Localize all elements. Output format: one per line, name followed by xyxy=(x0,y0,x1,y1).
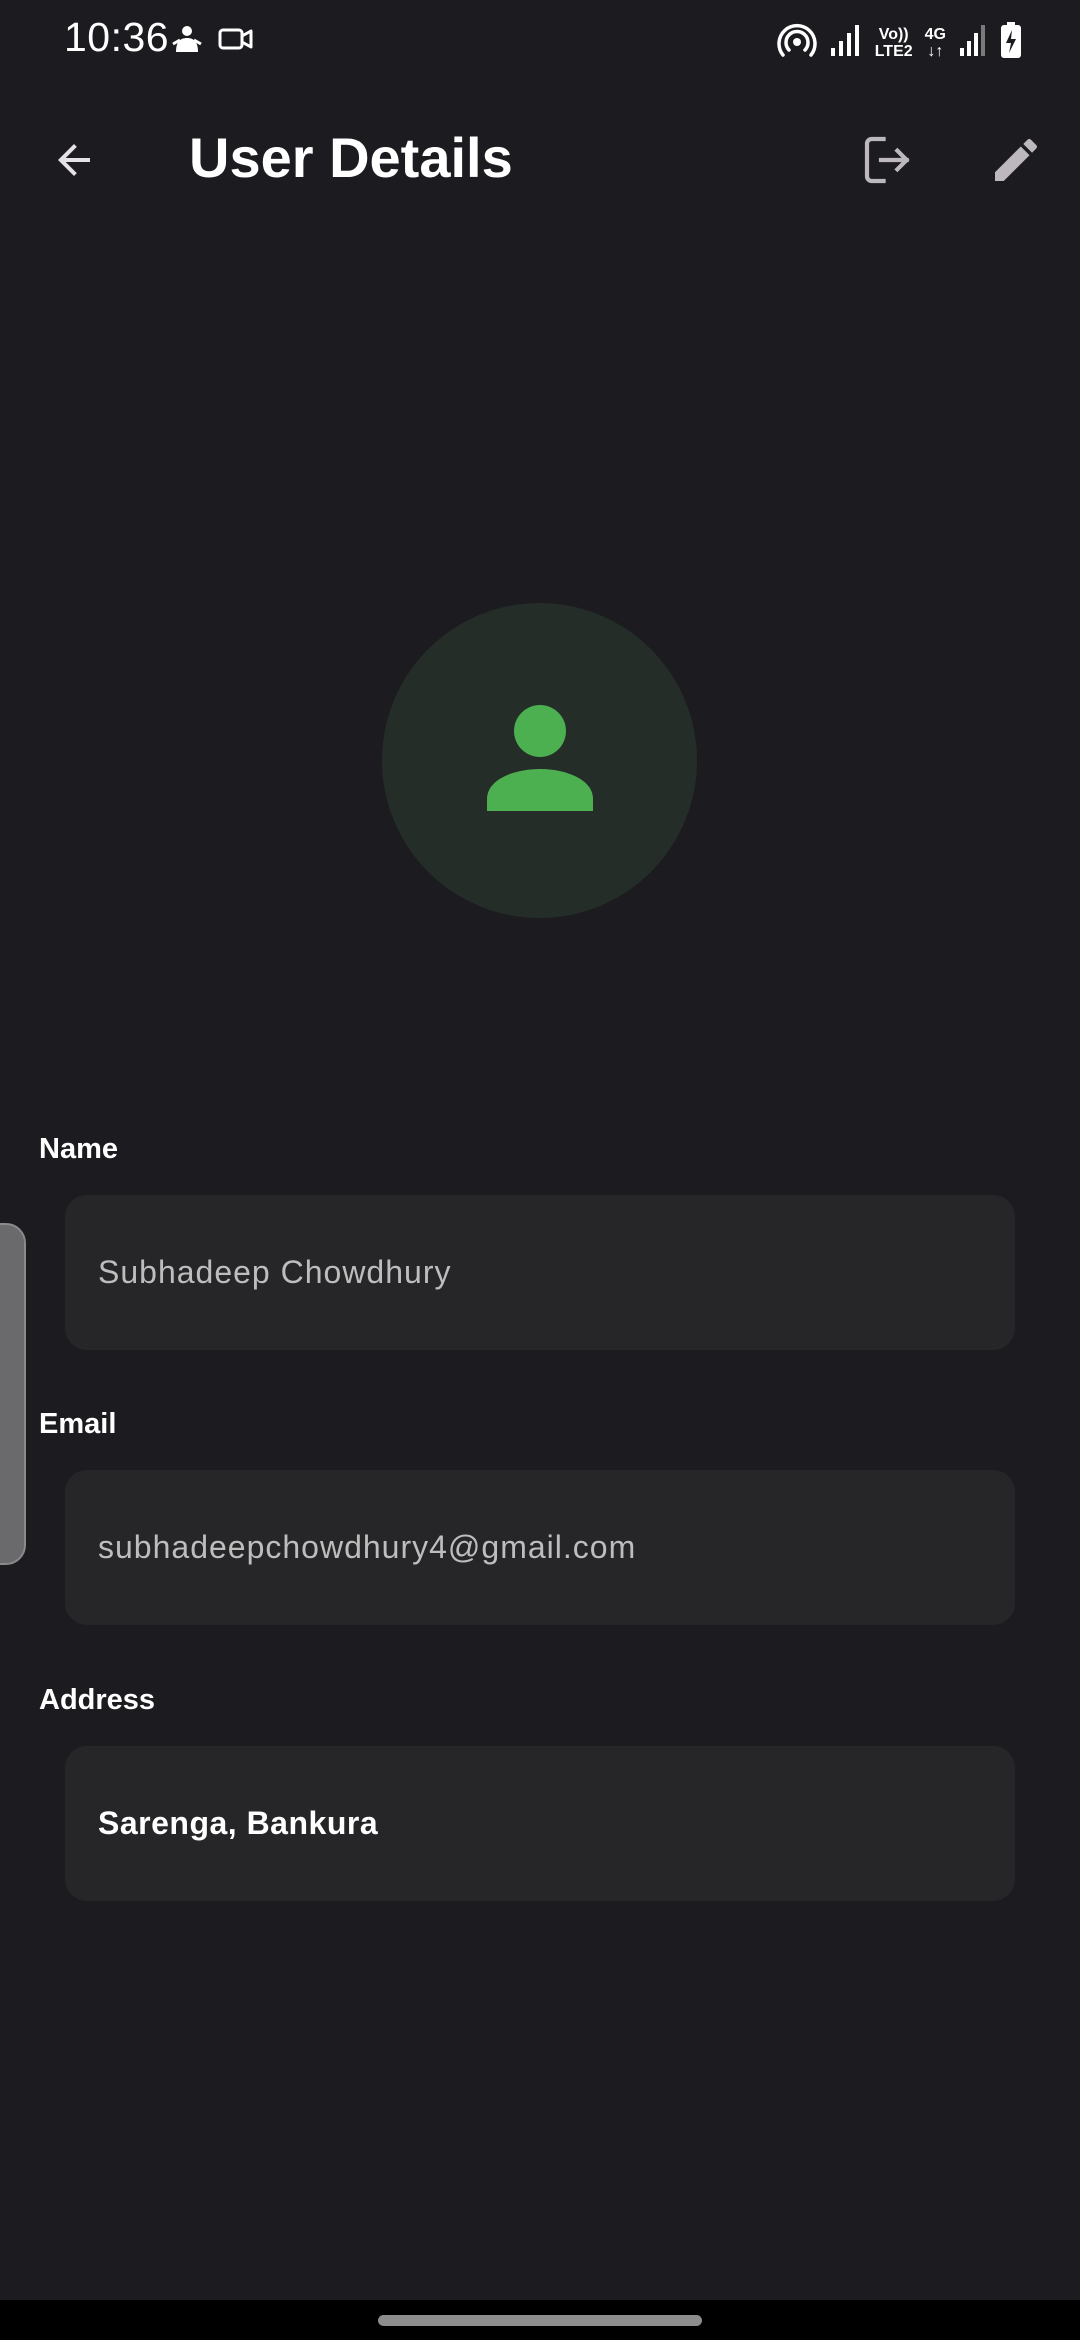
lte-label: LTE2 xyxy=(874,42,913,60)
edit-pencil-icon xyxy=(995,138,1038,181)
data-arrows: ↓↑ xyxy=(927,42,944,60)
edge-panel-handle[interactable] xyxy=(0,1223,26,1565)
email-value: subhadeepchowdhury4@gmail.com xyxy=(98,1529,637,1565)
battery-charging-icon xyxy=(1000,21,1022,64)
video-call-icon xyxy=(218,24,254,59)
signal-strength-icon-2 xyxy=(958,22,988,63)
avatar xyxy=(382,603,697,918)
email-field[interactable]: subhadeepchowdhury4@gmail.com xyxy=(65,1470,1015,1625)
address-label: Address xyxy=(39,1684,156,1716)
page-title: User Details xyxy=(189,126,513,189)
arrow-back-icon xyxy=(58,144,90,176)
logout-icon xyxy=(864,136,910,184)
name-label: Name xyxy=(39,1133,118,1165)
name-field[interactable]: Subhadeep Chowdhury xyxy=(65,1195,1015,1350)
status-bar: 10:36 Vo)) LTE2 4G ↓↑ xyxy=(0,0,1080,80)
volte-label: Vo)) xyxy=(878,25,909,43)
volte-indicator: Vo)) LTE2 xyxy=(875,26,913,60)
notification-app-icon xyxy=(170,22,204,61)
user-details-screen: 10:36 Vo)) LTE2 4G ↓↑ User Details Name … xyxy=(0,0,1080,2340)
logout-button[interactable] xyxy=(852,124,924,196)
address-field[interactable]: Sarenga, Bankura xyxy=(65,1746,1015,1901)
name-value: Subhadeep Chowdhury xyxy=(98,1254,452,1290)
signal-strength-icon xyxy=(829,22,863,63)
edit-button[interactable] xyxy=(980,124,1052,196)
person-icon xyxy=(486,704,593,811)
address-value: Sarenga, Bankura xyxy=(98,1805,379,1841)
gesture-handle[interactable] xyxy=(378,2315,702,2326)
app-bar: User Details xyxy=(0,100,1080,215)
status-time: 10:36 xyxy=(64,14,170,60)
back-button[interactable] xyxy=(38,124,110,196)
navigation-bar xyxy=(0,2300,1080,2340)
data-type-label: 4G xyxy=(924,25,946,43)
email-label: Email xyxy=(39,1408,117,1440)
hotspot-icon xyxy=(777,20,817,65)
data-type-indicator: 4G ↓↑ xyxy=(925,26,946,60)
